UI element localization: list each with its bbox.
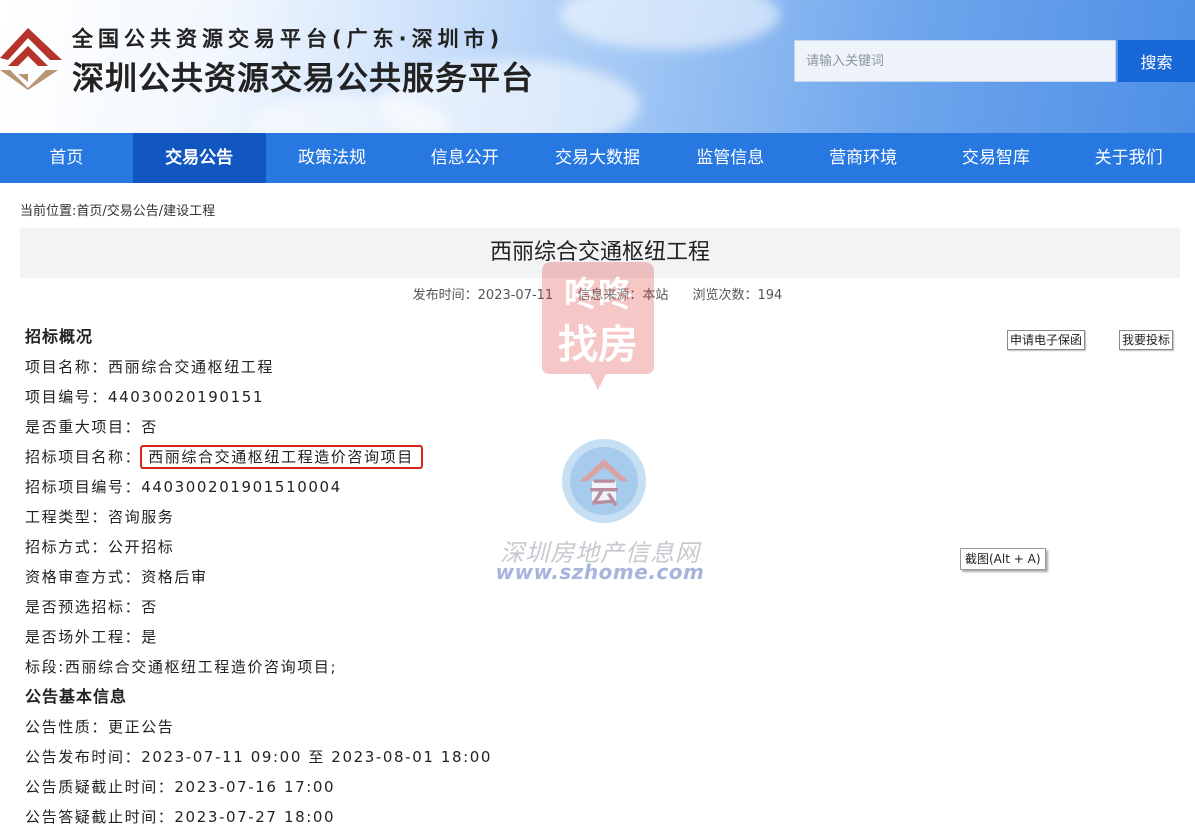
field-lot: 标段:西丽综合交通枢纽工程造价咨询项目; (25, 658, 338, 676)
site-title[interactable]: 深圳公共资源交易公共服务平台 (72, 53, 534, 99)
field-project-name: 项目名称：西丽综合交通枢纽工程 (25, 358, 275, 376)
field-bid-no: 招标项目编号：440300201901510004 (25, 478, 342, 496)
article-content: 招标概况 项目名称：西丽综合交通枢纽工程 项目编号：44030020190151… (25, 322, 825, 832)
nav-item-home[interactable]: 首页 (0, 133, 133, 183)
field-preselection: 是否预选招标：否 (25, 598, 158, 616)
nav-item-about[interactable]: 关于我们 (1062, 133, 1195, 183)
screenshot-tooltip: 截图(Alt + A) (960, 548, 1046, 570)
site-logo-icon[interactable] (0, 24, 64, 90)
nav-item-supervision[interactable]: 监管信息 (664, 133, 797, 183)
section-heading-basic-info: 公告基本信息 (25, 687, 128, 706)
header-cloud (560, 0, 780, 50)
breadcrumb: 当前位置:首页/交易公告/建设工程 (20, 204, 216, 219)
field-bid-method: 招标方式：公开招标 (25, 538, 175, 556)
view-count: 浏览次数：194 (692, 288, 783, 303)
section-heading-overview: 招标概况 (25, 327, 94, 346)
bid-name-label: 招标项目名称： (25, 448, 142, 466)
site-subtitle: 全国公共资源交易平台(广东·深圳市) (72, 27, 505, 51)
nav-item-big-data[interactable]: 交易大数据 (531, 133, 664, 183)
field-project-no: 项目编号：44030020190151 (25, 388, 265, 406)
field-publish-period: 公告发布时间：2023-07-11 09:00 至 2023-08-01 18:… (25, 748, 493, 766)
field-notice-nature: 公告性质：更正公告 (25, 718, 175, 736)
main-nav: 首页 交易公告 政策法规 信息公开 交易大数据 监管信息 营商环境 交易智库 关… (0, 133, 1195, 183)
search-input[interactable] (794, 40, 1116, 82)
field-offsite: 是否场外工程：是 (25, 628, 158, 646)
nav-item-policies[interactable]: 政策法规 (266, 133, 399, 183)
field-major-project: 是否重大项目：否 (25, 418, 158, 436)
field-bid-name: 招标项目名称： 西丽综合交通枢纽工程造价咨询项目 (25, 442, 825, 472)
apply-guarantee-button[interactable]: 申请电子保函 (1007, 330, 1086, 350)
nav-item-announcements[interactable]: 交易公告 (132, 133, 266, 183)
nav-item-disclosure[interactable]: 信息公开 (398, 133, 531, 183)
nav-item-think-tank[interactable]: 交易智库 (929, 133, 1062, 183)
publish-time: 发布时间：2023-07-11 (412, 288, 554, 303)
field-qualification-review: 资格审查方式：资格后审 (25, 568, 208, 586)
site-header: 全国公共资源交易平台(广东·深圳市) 深圳公共资源交易公共服务平台 搜索 (0, 0, 1195, 133)
svg-text:咚咚: 咚咚 (564, 275, 633, 315)
field-answer-deadline: 公告答疑截止时间：2023-07-27 18:00 (25, 808, 336, 826)
search-button[interactable]: 搜索 (1118, 40, 1195, 82)
field-query-deadline: 公告质疑截止时间：2023-07-16 17:00 (25, 778, 336, 796)
bid-button[interactable]: 我要投标 (1119, 330, 1174, 350)
field-project-type: 工程类型：咨询服务 (25, 508, 175, 526)
highlighted-bid-name: 西丽综合交通枢纽工程造价咨询项目 (140, 445, 423, 469)
nav-item-business-env[interactable]: 营商环境 (797, 133, 930, 183)
